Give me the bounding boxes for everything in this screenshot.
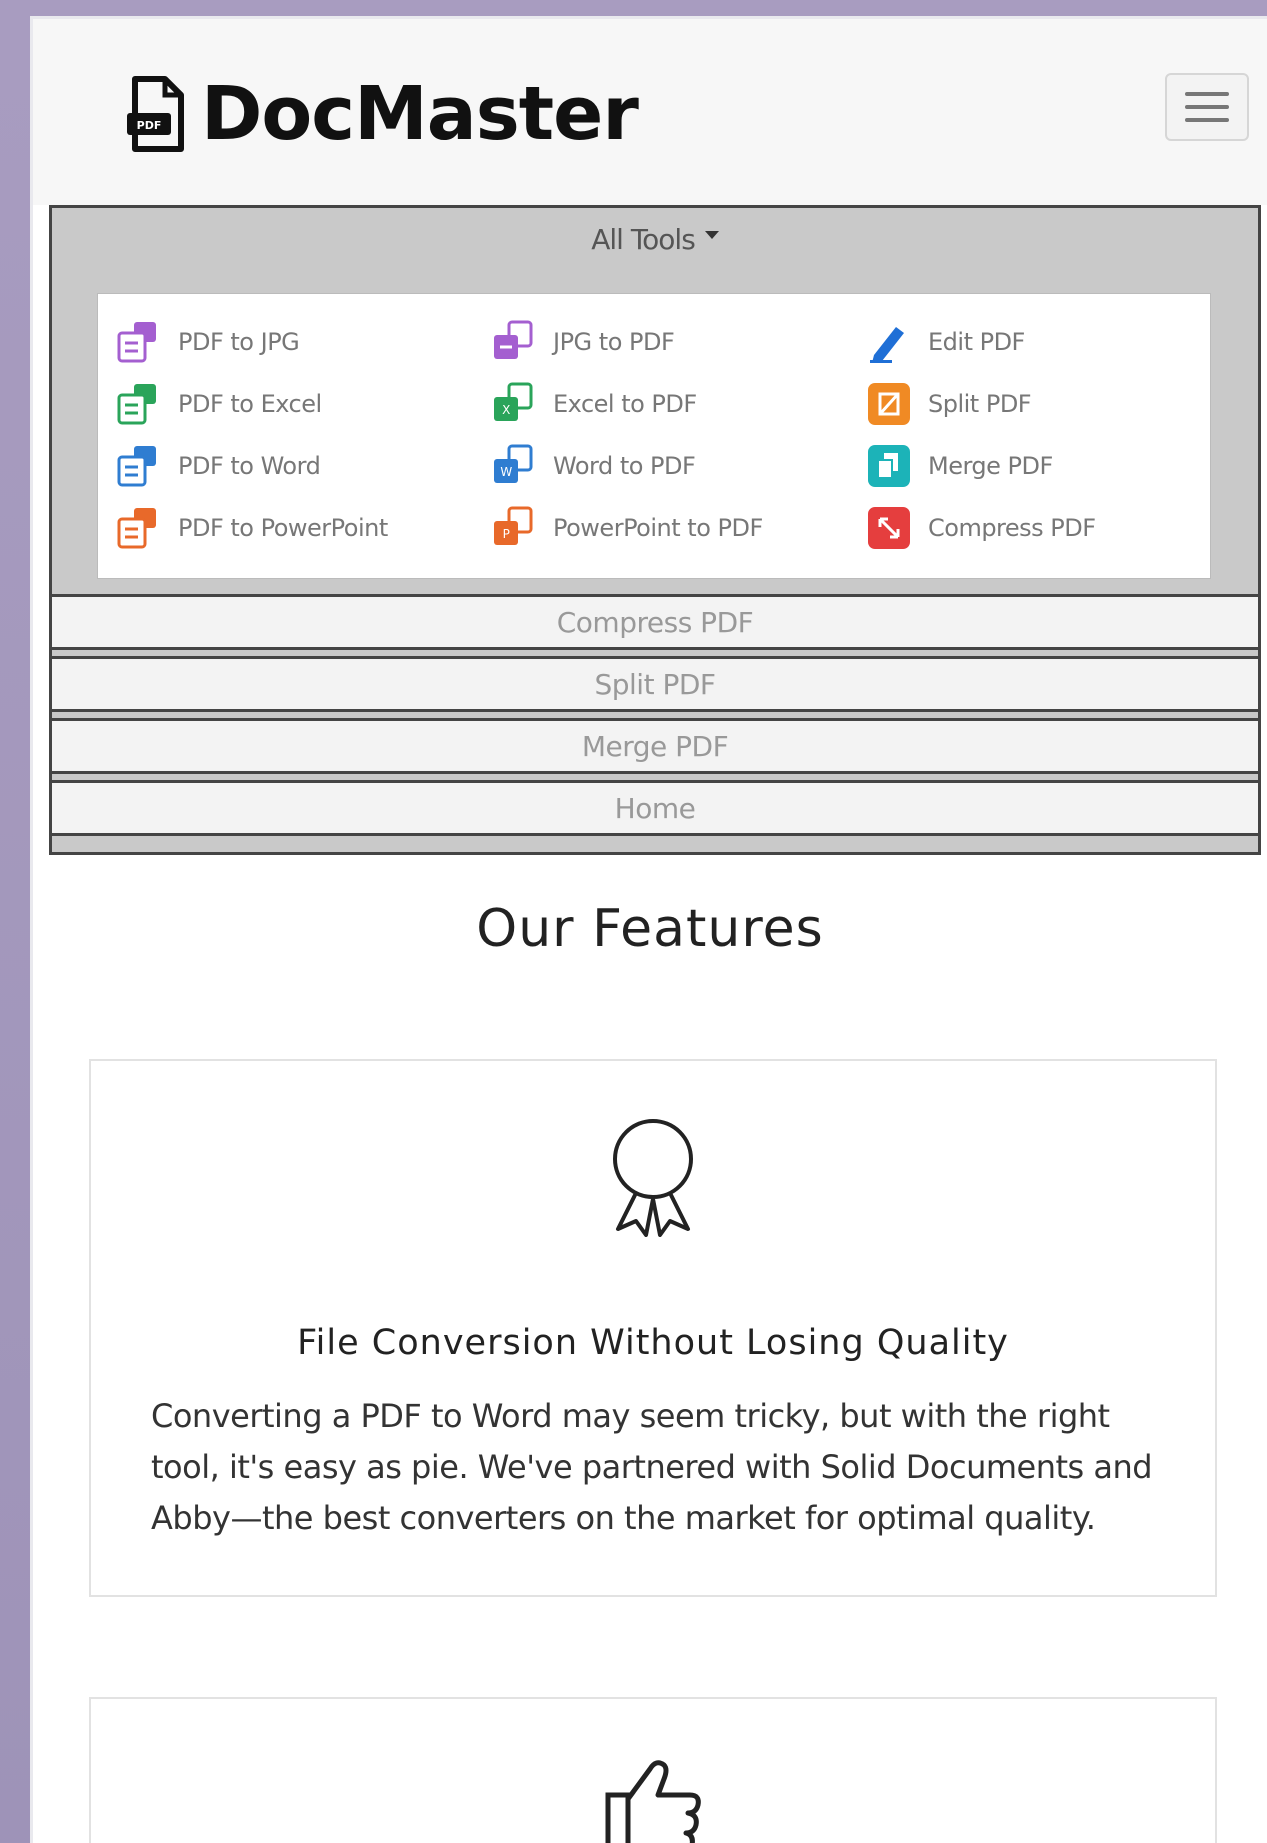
all-tools-label: All Tools (591, 222, 696, 256)
pdf-to-jpg-icon (117, 322, 156, 363)
browser-viewport: PDF DocMaster All Tools PDF to JPG JPG t… (30, 16, 1267, 1843)
tool-pdf-to-jpg[interactable]: PDF to JPG (116, 319, 300, 365)
feature-card (89, 1697, 1217, 1843)
tool-split-pdf[interactable]: Split PDF (866, 381, 1032, 427)
caret-down-icon (704, 231, 719, 239)
feature-card: File Conversion Without Losing Quality C… (89, 1059, 1217, 1597)
svg-text:W: W (500, 465, 512, 479)
tool-pdf-to-word[interactable]: PDF to Word (116, 443, 321, 489)
tool-label: PDF to PowerPoint (178, 514, 388, 542)
nav-link-home[interactable]: Home (52, 780, 1258, 836)
brand-name: DocMaster (201, 71, 639, 157)
tool-pdf-to-excel[interactable]: PDF to Excel (116, 381, 322, 427)
svg-text:X: X (502, 403, 510, 417)
navbar: PDF DocMaster (33, 19, 1267, 205)
pdf-to-word-icon (117, 446, 156, 487)
tool-label: Edit PDF (928, 328, 1025, 356)
feature-card-title: File Conversion Without Losing Quality (297, 1323, 1009, 1363)
tool-label: PDF to Word (178, 452, 321, 480)
pdf-to-excel-icon (117, 384, 156, 425)
tool-label: JPG to PDF (553, 328, 675, 356)
tool-label: Split PDF (928, 390, 1032, 418)
merge-pdf-icon (868, 445, 910, 487)
nav-links: Compress PDF Split PDF Merge PDF Home (52, 594, 1258, 836)
tool-label: PDF to JPG (178, 328, 300, 356)
tool-label: Compress PDF (928, 514, 1096, 542)
tool-edit-pdf[interactable]: Edit PDF (866, 319, 1025, 365)
tool-label: Merge PDF (928, 452, 1053, 480)
hamburger-icon (1185, 92, 1229, 96)
nav-link-split-pdf[interactable]: Split PDF (52, 656, 1258, 712)
tool-powerpoint-to-pdf[interactable]: P PowerPoint to PDF (491, 505, 763, 551)
tool-compress-pdf[interactable]: Compress PDF (866, 505, 1096, 551)
award-ribbon-icon (613, 1119, 693, 1237)
tool-label: PDF to Excel (178, 390, 322, 418)
nav-link-compress-pdf[interactable]: Compress PDF (52, 594, 1258, 650)
brand[interactable]: PDF DocMaster (125, 69, 639, 159)
tool-label: Excel to PDF (553, 390, 697, 418)
powerpoint-to-pdf-icon: P (494, 506, 533, 545)
tool-word-to-pdf[interactable]: W Word to PDF (491, 443, 696, 489)
jpg-to-pdf-icon (494, 320, 533, 359)
tool-label: PowerPoint to PDF (553, 514, 763, 542)
pdf-file-icon: PDF (127, 76, 184, 152)
features-heading: Our Features (476, 899, 824, 959)
svg-text:PDF: PDF (137, 119, 162, 132)
all-tools-dropdown-toggle[interactable]: All Tools (52, 208, 1258, 270)
excel-to-pdf-icon: X (494, 382, 533, 421)
pdf-to-powerpoint-icon (117, 508, 156, 549)
tool-label: Word to PDF (553, 452, 696, 480)
compress-pdf-icon (868, 507, 910, 549)
tool-excel-to-pdf[interactable]: X Excel to PDF (491, 381, 697, 427)
all-tools-dropdown: PDF to JPG JPG to PDF Edit PDF PDF to Ex… (97, 293, 1211, 579)
svg-text:P: P (503, 527, 510, 541)
nav-link-merge-pdf[interactable]: Merge PDF (52, 718, 1258, 774)
tool-merge-pdf[interactable]: Merge PDF (866, 443, 1053, 489)
split-pdf-icon (868, 383, 910, 425)
feature-card-text: Converting a PDF to Word may seem tricky… (151, 1397, 1153, 1537)
navbar-collapse-menu: All Tools PDF to JPG JPG to PDF Edit PDF… (49, 205, 1261, 855)
tool-pdf-to-powerpoint[interactable]: PDF to PowerPoint (116, 505, 388, 551)
edit-pdf-icon (870, 327, 904, 363)
navbar-toggler-button[interactable] (1165, 73, 1249, 141)
tool-jpg-to-pdf[interactable]: JPG to PDF (491, 319, 675, 365)
thumbs-up-icon (605, 1760, 701, 1843)
word-to-pdf-icon: W (494, 444, 533, 483)
